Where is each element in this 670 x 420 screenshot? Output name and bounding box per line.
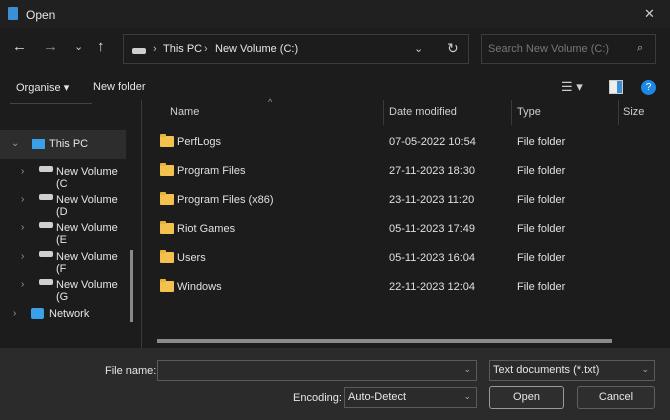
footer-panel	[0, 348, 670, 420]
file-type: File folder	[517, 252, 566, 264]
file-name: Users	[177, 252, 206, 264]
horizontal-scrollbar[interactable]	[157, 339, 612, 343]
sidebar-item-drive[interactable]: › New Volume (E	[0, 214, 126, 246]
recent-locations-button[interactable]: ⌄	[74, 40, 83, 53]
file-row[interactable]: Program Files 27-11-2023 18:30 File fold…	[150, 157, 655, 186]
folder-icon	[160, 250, 174, 263]
chevron-down-icon[interactable]: ⌄	[11, 138, 19, 149]
back-button[interactable]: ←	[12, 38, 27, 55]
file-type: File folder	[517, 165, 566, 177]
sort-ascending-icon: ^	[268, 97, 273, 107]
search-input[interactable]: Search New Volume (C:) ⌕	[481, 34, 656, 64]
refresh-icon[interactable]: ↻	[447, 40, 459, 57]
column-header-name[interactable]: Name	[170, 100, 199, 125]
chevron-down-icon[interactable]: ⌄	[414, 42, 423, 55]
file-row[interactable]: Riot Games 05-11-2023 17:49 File folder	[150, 215, 655, 244]
file-row[interactable]: PerfLogs 07-05-2022 10:54 File folder	[150, 128, 655, 157]
search-icon: ⌕	[637, 42, 644, 54]
sidebar-item-drive[interactable]: › New Volume (D	[0, 186, 126, 218]
sidebar-label: Network	[49, 308, 90, 320]
file-row[interactable]: Program Files (x86) 23-11-2023 11:20 Fil…	[150, 186, 655, 215]
sidebar-item-drive[interactable]: › New Volume (G	[0, 271, 126, 303]
drive-icon	[132, 48, 146, 54]
file-type-select[interactable]: Text documents (*.txt) ⌄	[489, 360, 655, 381]
file-date: 05-11-2023 16:04	[389, 252, 476, 264]
folder-icon	[160, 163, 174, 176]
chevron-down-icon: ⌄	[641, 364, 649, 374]
file-date: 07-05-2022 10:54	[389, 136, 476, 148]
window-title: Open	[26, 8, 56, 22]
notepad-icon	[8, 7, 18, 20]
sidebar-item-drive[interactable]: › New Volume (C	[0, 158, 126, 190]
file-date: 05-11-2023 17:49	[389, 223, 476, 235]
file-name: Program Files	[177, 165, 246, 177]
file-date: 22-11-2023 12:04	[389, 281, 476, 293]
column-header-date[interactable]: Date modified	[389, 100, 457, 125]
folder-icon	[160, 279, 174, 292]
file-type: File folder	[517, 223, 566, 235]
folder-icon	[160, 221, 174, 234]
folder-icon	[160, 134, 174, 147]
file-row[interactable]: Windows 22-11-2023 12:04 File folder	[150, 273, 655, 302]
close-button[interactable]: ✕	[644, 6, 655, 22]
up-button[interactable]: ↑	[97, 38, 105, 55]
file-name: Windows	[177, 281, 222, 293]
computer-icon	[32, 139, 45, 149]
breadcrumb-this-pc[interactable]: This PC	[163, 43, 202, 55]
file-name: PerfLogs	[177, 136, 222, 148]
forward-button[interactable]: →	[43, 38, 58, 55]
organise-button[interactable]: Organise ▾	[16, 81, 69, 94]
file-type: File folder	[517, 194, 566, 206]
network-icon	[31, 308, 44, 319]
breadcrumb-drive[interactable]: New Volume (C:)	[215, 43, 298, 55]
file-date: 23-11-2023 11:20	[389, 194, 475, 206]
column-header-size[interactable]: Size	[623, 100, 644, 125]
column-header-type[interactable]: Type	[517, 100, 541, 125]
file-date: 27-11-2023 18:30	[389, 165, 476, 177]
sidebar-item-this-pc[interactable]: ⌄ This PC	[0, 130, 126, 159]
chevron-down-icon: ⌄	[463, 364, 471, 374]
file-name: Riot Games	[177, 223, 236, 235]
file-type: File folder	[517, 281, 566, 293]
new-folder-button[interactable]: New folder	[93, 81, 146, 93]
sidebar-divider	[10, 103, 92, 104]
file-type: File folder	[517, 136, 566, 148]
file-row[interactable]: Users 05-11-2023 16:04 File folder	[150, 244, 655, 273]
file-name: Program Files (x86)	[177, 194, 274, 206]
view-options-icon[interactable]: ☰ ▾	[561, 79, 583, 95]
sidebar-scrollbar[interactable]	[130, 250, 133, 322]
search-placeholder: Search New Volume (C:)	[488, 43, 610, 55]
chevron-down-icon: ⌄	[463, 391, 471, 401]
encoding-label: Encoding:	[293, 392, 342, 404]
sidebar-item-network[interactable]: › Network	[0, 300, 126, 329]
address-bar[interactable]: › This PC › New Volume (C:) ⌄ ↻	[123, 34, 469, 64]
sidebar-item-drive[interactable]: › New Volume (F	[0, 243, 126, 275]
preview-pane-icon[interactable]	[609, 80, 623, 94]
folder-icon	[160, 192, 174, 205]
file-name-label: File name:	[105, 365, 157, 377]
cancel-button[interactable]: Cancel	[577, 386, 655, 409]
file-name-input[interactable]: ⌄	[157, 360, 477, 381]
title-bar: Open ✕	[0, 0, 670, 28]
sidebar-label: This PC	[49, 138, 89, 150]
help-icon[interactable]: ?	[641, 80, 656, 95]
encoding-select[interactable]: Auto-Detect ⌄	[344, 387, 477, 408]
open-button[interactable]: Open	[489, 386, 564, 409]
